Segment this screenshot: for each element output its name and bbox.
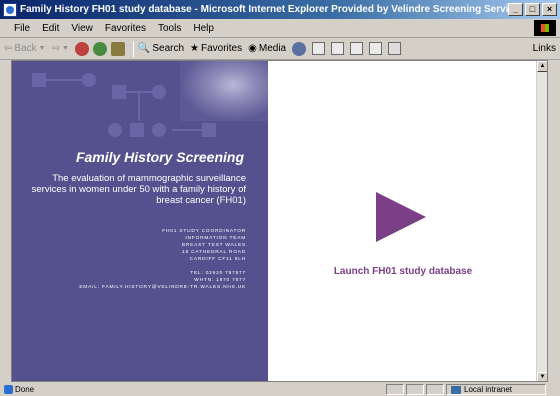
media-button[interactable]: ◉ Media (248, 43, 286, 54)
contact-line: FH01 STUDY COORDINATOR (162, 229, 246, 234)
home-icon[interactable] (110, 41, 125, 56)
launch-database-link[interactable]: Launch FH01 study database (268, 266, 538, 277)
minimize-button[interactable]: _ (508, 3, 523, 16)
media-icon: ◉ (248, 43, 257, 54)
menu-bar: File Edit View Favorites Tools Help (0, 19, 560, 38)
family-photo (180, 61, 268, 121)
scroll-up-button[interactable]: ▲ (537, 61, 547, 72)
info-panel: Family History Screening The evaluation … (12, 61, 268, 381)
contact-line: BREAST TEST WALES (181, 243, 246, 248)
pedigree-square-icon (130, 123, 144, 137)
zone-label: Local intranet (464, 385, 513, 394)
status-cell (386, 384, 404, 395)
discuss-icon[interactable] (369, 42, 383, 55)
mail-icon[interactable] (312, 42, 326, 55)
chevron-down-icon: ▼ (61, 45, 69, 52)
launch-panel: Launch FH01 study database (268, 61, 538, 381)
menu-tools[interactable]: Tools (152, 23, 187, 34)
phone-line: WHTN: 1870 7877 (194, 278, 246, 283)
media-label: Media (258, 43, 287, 54)
links-button[interactable]: Links (533, 43, 556, 54)
menu-help[interactable]: Help (187, 23, 220, 34)
study-description: The evaluation of mammographic surveilla… (31, 173, 246, 206)
edit-icon[interactable] (350, 42, 364, 55)
title-bar: Family History FH01 study database - Mic… (0, 0, 560, 19)
scroll-down-button[interactable]: ▼ (537, 372, 547, 381)
close-button[interactable]: × (542, 3, 557, 16)
favorites-icon: ★ (190, 43, 199, 54)
launch-play-icon[interactable] (376, 192, 426, 242)
page-heading: Family History Screening (75, 149, 244, 165)
forward-button[interactable]: ⇨ ▼ (52, 43, 69, 54)
toolbar-separator (132, 40, 134, 57)
windows-logo-icon (534, 20, 556, 36)
stop-icon[interactable] (74, 41, 89, 56)
history-icon[interactable] (292, 41, 307, 56)
menu-view[interactable]: View (65, 23, 99, 34)
pedigree-line (138, 91, 140, 121)
contact-line: INFORMATION TEAM (185, 236, 246, 241)
pedigree-line (172, 129, 212, 131)
menu-favorites[interactable]: Favorites (99, 23, 152, 34)
toolbar: ⇦ Back ▼ ⇨ ▼ 🔍 Search ★ Favorites ◉ Medi… (0, 38, 560, 60)
phone-line: TEL: 02920 787877 (190, 271, 246, 276)
messenger-icon[interactable] (388, 42, 402, 55)
search-button[interactable]: 🔍 Search (138, 43, 184, 54)
forward-arrow-icon: ⇨ (51, 43, 60, 54)
back-button[interactable]: ⇦ Back ▼ (4, 43, 46, 54)
contact-block: FH01 STUDY COORDINATOR INFORMATION TEAM … (79, 228, 246, 291)
page-done-icon (4, 385, 13, 394)
ie-app-icon (3, 2, 17, 17)
email-line: EMAIL: FAMILY.HISTORY@VELINDRE-TR.WALES.… (79, 285, 246, 290)
search-icon: 🔍 (137, 43, 151, 54)
pedigree-circle-icon (108, 123, 122, 137)
browser-window: Family History FH01 study database - Mic… (0, 0, 560, 396)
menu-edit[interactable]: Edit (36, 23, 65, 34)
contact-line: CARDIFF CF11 9LH (189, 257, 246, 262)
pedigree-circle-icon (152, 123, 166, 137)
pedigree-line (120, 91, 160, 93)
security-zone: Local intranet (446, 384, 546, 395)
contact-line: 18 CATHEDRAL ROAD (182, 250, 246, 255)
maximize-button[interactable]: □ (525, 3, 540, 16)
refresh-icon[interactable] (92, 41, 107, 56)
pedigree-line (40, 79, 90, 81)
favorites-label: Favorites (201, 43, 243, 54)
intranet-icon (451, 385, 461, 394)
page-viewport: Family History Screening The evaluation … (11, 60, 548, 382)
menu-file[interactable]: File (0, 23, 36, 34)
back-arrow-icon: ⇦ (4, 43, 13, 54)
status-text: Done (15, 385, 35, 394)
window-title: Family History FH01 study database - Mic… (20, 4, 508, 15)
favorites-button[interactable]: ★ Favorites (190, 43, 242, 54)
search-label: Search (152, 43, 185, 54)
status-cell (426, 384, 444, 395)
status-cell (406, 384, 424, 395)
print-icon[interactable] (331, 42, 345, 55)
back-label: Back (14, 43, 37, 54)
status-bar: Done Local intranet (0, 383, 560, 396)
vertical-scrollbar[interactable]: ▲ ▼ (536, 61, 547, 381)
chevron-down-icon: ▼ (38, 45, 46, 52)
